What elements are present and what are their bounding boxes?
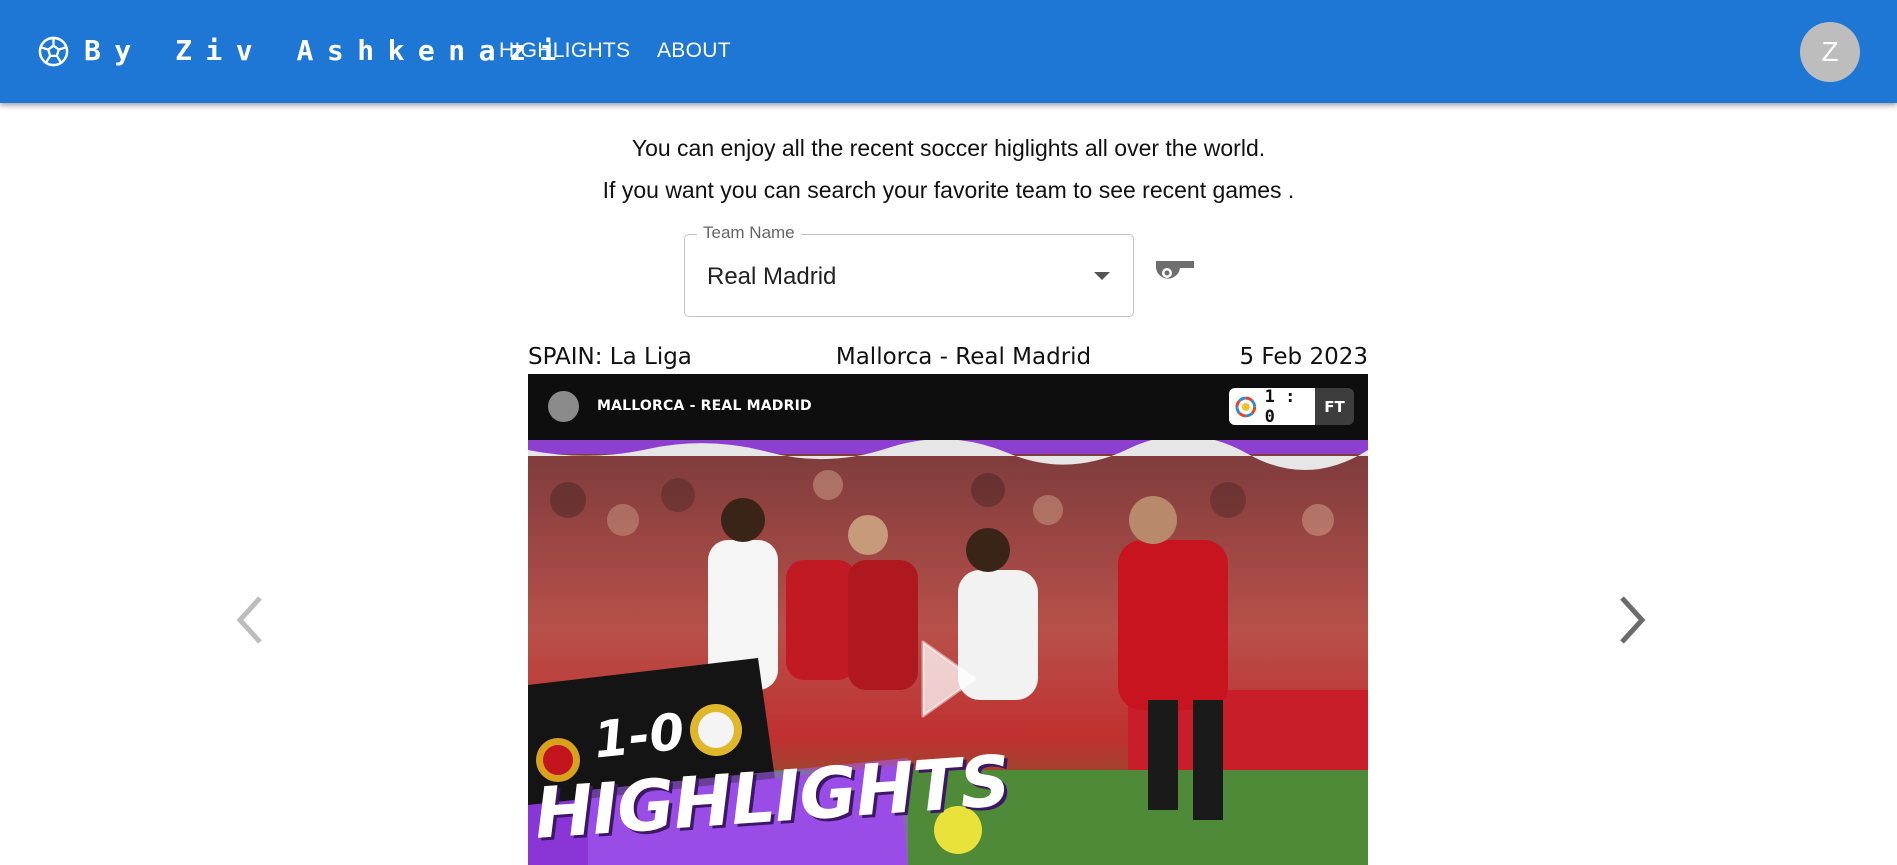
- score-badge: 1 : 0 FT: [1229, 388, 1354, 425]
- video-top-bar: MALLORCA - REAL MADRID 1 : 0 FT: [528, 374, 1368, 440]
- whistle-icon[interactable]: [1150, 255, 1196, 287]
- chevron-left-icon[interactable]: [230, 590, 270, 650]
- chevron-right-icon[interactable]: [1612, 590, 1652, 650]
- brand-title[interactable]: By Ziv Ashkenazi: [84, 33, 570, 69]
- play-icon[interactable]: [913, 634, 983, 724]
- video-title: MALLORCA - REAL MADRID: [597, 398, 812, 414]
- game-date: 5 Feb 2023: [1239, 344, 1368, 370]
- arrow-drop-down-icon[interactable]: [1094, 272, 1110, 280]
- highlight-video[interactable]: MALLORCA - REAL MADRID 1 : 0 FT 1-0 HIGH…: [528, 374, 1368, 865]
- nav-about[interactable]: ABOUT: [657, 38, 731, 64]
- app-bar: By Ziv Ashkenazi HIGHLIGHTS ABOUT Z: [0, 0, 1897, 103]
- match-status: FT: [1315, 388, 1354, 425]
- nav-highlights[interactable]: HIGHLIGHTS: [499, 38, 630, 64]
- laliga-logo-icon: [1235, 396, 1257, 417]
- score-text: 1 : 0: [1264, 388, 1296, 425]
- intro-line-2: If you want you can search your favorite…: [602, 177, 1295, 203]
- intro-line-1: You can enjoy all the recent soccer higl…: [631, 135, 1266, 161]
- team-name-label: Team Name: [697, 222, 801, 244]
- thumbnail-score: 1-0: [591, 702, 688, 770]
- team-name-select[interactable]: Team Name Real Madrid: [684, 222, 1134, 317]
- game-match: Mallorca - Real Madrid: [835, 344, 1092, 370]
- soccer-ball-icon[interactable]: [38, 36, 69, 67]
- channel-avatar: [548, 391, 579, 422]
- user-avatar[interactable]: Z: [1800, 22, 1860, 82]
- team-name-value: Real Madrid: [707, 263, 837, 290]
